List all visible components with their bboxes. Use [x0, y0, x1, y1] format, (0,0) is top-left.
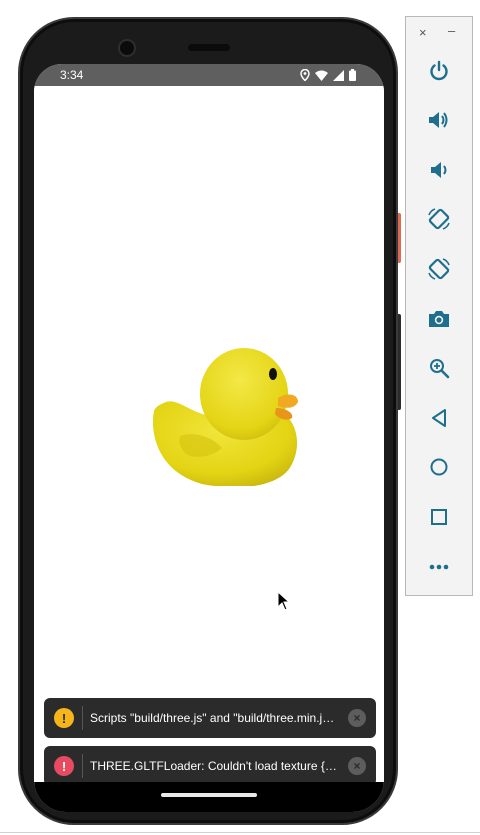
webview-canvas[interactable]: ! Scripts "build/three.js" and "build/th…: [34, 86, 384, 786]
battery-icon: [349, 69, 356, 81]
close-window-button[interactable]: ×: [419, 25, 427, 40]
warning-toast[interactable]: ! Scripts "build/three.js" and "build/th…: [44, 698, 376, 738]
emulator-titlebar: × –: [406, 23, 472, 41]
minimize-window-button[interactable]: –: [448, 23, 455, 38]
volume-down-button[interactable]: [425, 156, 453, 184]
emulator-toolbar: × –: [405, 16, 473, 596]
front-camera: [118, 39, 136, 57]
close-icon[interactable]: ×: [348, 709, 366, 727]
rotate-right-button[interactable]: [425, 255, 453, 283]
zoom-button[interactable]: [425, 354, 453, 382]
error-toast[interactable]: ! THREE.GLTFLoader: Couldn't load textur…: [44, 746, 376, 786]
rotate-left-icon: [428, 208, 450, 230]
earpiece-speaker: [188, 44, 230, 51]
status-icons: [300, 69, 356, 81]
rotate-right-icon: [428, 258, 450, 280]
camera-icon: [429, 311, 449, 327]
zoom-icon: [430, 359, 450, 379]
toast-divider: [82, 706, 83, 730]
warning-message: Scripts "build/three.js" and "build/thre…: [90, 711, 340, 725]
navigation-bar: [34, 782, 384, 812]
overview-icon: [431, 509, 447, 525]
back-icon: [432, 409, 446, 427]
rotate-left-button[interactable]: [425, 205, 453, 233]
power-button[interactable]: [425, 57, 453, 85]
phone-screen[interactable]: 3:34 ! Scripts "build/three.js" and "bui…: [34, 64, 384, 812]
screenshot-button[interactable]: [425, 305, 453, 333]
volume-up-icon: [429, 112, 448, 128]
back-button[interactable]: [425, 404, 453, 432]
duck-model[interactable]: [142, 336, 302, 486]
home-button[interactable]: [425, 453, 453, 481]
overview-button[interactable]: [425, 503, 453, 531]
app-window: 3:34 ! Scripts "build/three.js" and "bui…: [0, 0, 480, 835]
error-message: THREE.GLTFLoader: Couldn't load texture …: [90, 759, 340, 773]
phone-frame: 3:34 ! Scripts "build/three.js" and "bui…: [18, 17, 398, 825]
warning-icon: !: [54, 708, 74, 728]
toast-divider: [82, 754, 83, 778]
more-icon: [429, 564, 449, 570]
home-icon: [430, 458, 448, 476]
status-bar: 3:34: [34, 64, 384, 86]
status-time: 3:34: [60, 68, 84, 82]
window-bottom-border: [0, 832, 480, 833]
mouse-cursor-icon: [277, 591, 291, 611]
power-icon: [430, 60, 448, 81]
wifi-icon: [315, 70, 328, 81]
close-icon[interactable]: ×: [348, 757, 366, 775]
signal-icon: [333, 69, 344, 81]
error-icon: !: [54, 756, 74, 776]
home-gesture-pill[interactable]: [161, 793, 257, 797]
more-button[interactable]: [425, 553, 453, 581]
location-icon: [300, 69, 310, 81]
volume-up-button[interactable]: [425, 106, 453, 134]
volume-down-icon: [431, 162, 447, 178]
